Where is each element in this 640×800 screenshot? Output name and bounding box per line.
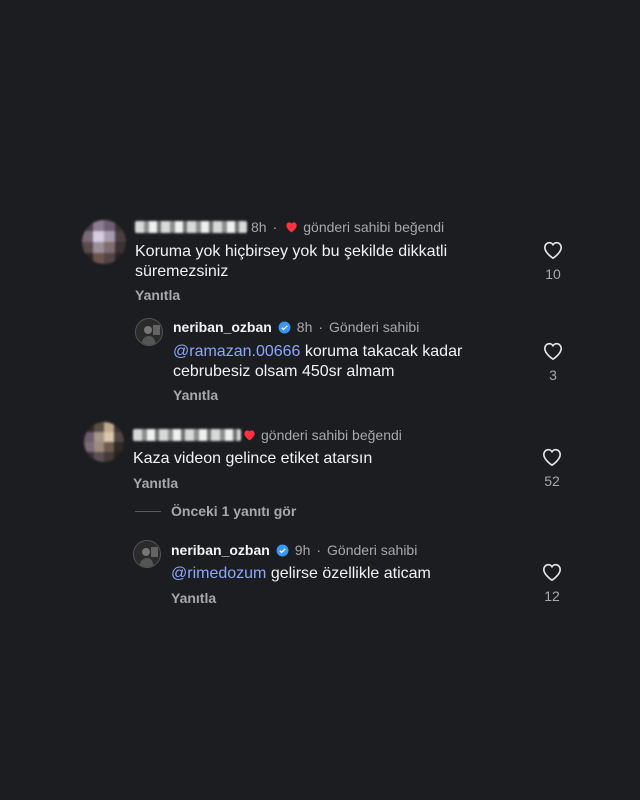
comment-text: Kaza videon gelince etiket atarsın xyxy=(133,450,373,467)
liked-by-author-label: gönderi sahibi beğendi xyxy=(261,427,402,443)
author-label: Gönderi sahibi xyxy=(327,542,418,558)
comment-text: Koruma yok hiçbirsey yok bu şekilde dikk… xyxy=(135,243,448,280)
heart-outline-icon[interactable] xyxy=(541,447,563,467)
username[interactable]: neriban_ozban xyxy=(171,542,270,558)
like-count: 12 xyxy=(544,588,560,604)
comment-time: 9h xyxy=(294,542,311,558)
reply-button[interactable]: Yanıtla xyxy=(133,475,178,491)
heart-filled-icon xyxy=(244,430,255,441)
username-blurred[interactable] xyxy=(135,221,247,233)
like-count: 10 xyxy=(545,266,561,282)
verified-badge-icon xyxy=(276,544,289,556)
comment-time: 8h xyxy=(251,219,267,235)
like-count: 3 xyxy=(549,367,557,383)
divider-line xyxy=(135,510,161,512)
separator-dot: · xyxy=(316,542,322,558)
separator-dot: · xyxy=(318,319,324,335)
author-label: Gönderi sahibi xyxy=(329,319,420,335)
verified-badge-icon xyxy=(278,321,291,333)
liked-by-author-label: gönderi sahibi beğendi xyxy=(303,219,445,235)
heart-filled-icon xyxy=(286,222,297,233)
comment-text: @ramazan.00666 koruma takacak kadar cebr… xyxy=(173,342,493,382)
profile-photo-icon xyxy=(134,541,160,567)
heart-outline-icon[interactable] xyxy=(542,240,564,260)
avatar[interactable] xyxy=(133,540,161,568)
comment-text: @rimedozum gelirse özellikle aticam xyxy=(171,564,511,584)
mention-link[interactable]: @rimedozum xyxy=(171,565,266,582)
view-previous-label: Önceki 1 yanıtı gör xyxy=(171,503,297,519)
avatar[interactable] xyxy=(82,220,126,264)
reply-button[interactable]: Yanıtla xyxy=(173,387,218,403)
like-count: 52 xyxy=(544,473,560,489)
comment-body: gelirse özellikle aticam xyxy=(266,565,431,582)
username-blurred[interactable] xyxy=(133,429,241,441)
avatar[interactable] xyxy=(135,318,163,346)
heart-outline-icon[interactable] xyxy=(542,341,564,361)
heart-outline-icon[interactable] xyxy=(541,562,563,582)
comment-time: 8h xyxy=(296,319,313,335)
avatar[interactable] xyxy=(84,422,124,462)
profile-photo-icon xyxy=(136,319,162,345)
reply-button[interactable]: Yanıtla xyxy=(171,590,216,606)
username[interactable]: neriban_ozban xyxy=(173,319,272,335)
mention-link[interactable]: @ramazan.00666 xyxy=(173,343,300,360)
view-previous-replies[interactable]: Önceki 1 yanıtı gör xyxy=(135,503,296,519)
reply-button[interactable]: Yanıtla xyxy=(135,287,180,303)
separator-dot: · xyxy=(272,219,278,235)
